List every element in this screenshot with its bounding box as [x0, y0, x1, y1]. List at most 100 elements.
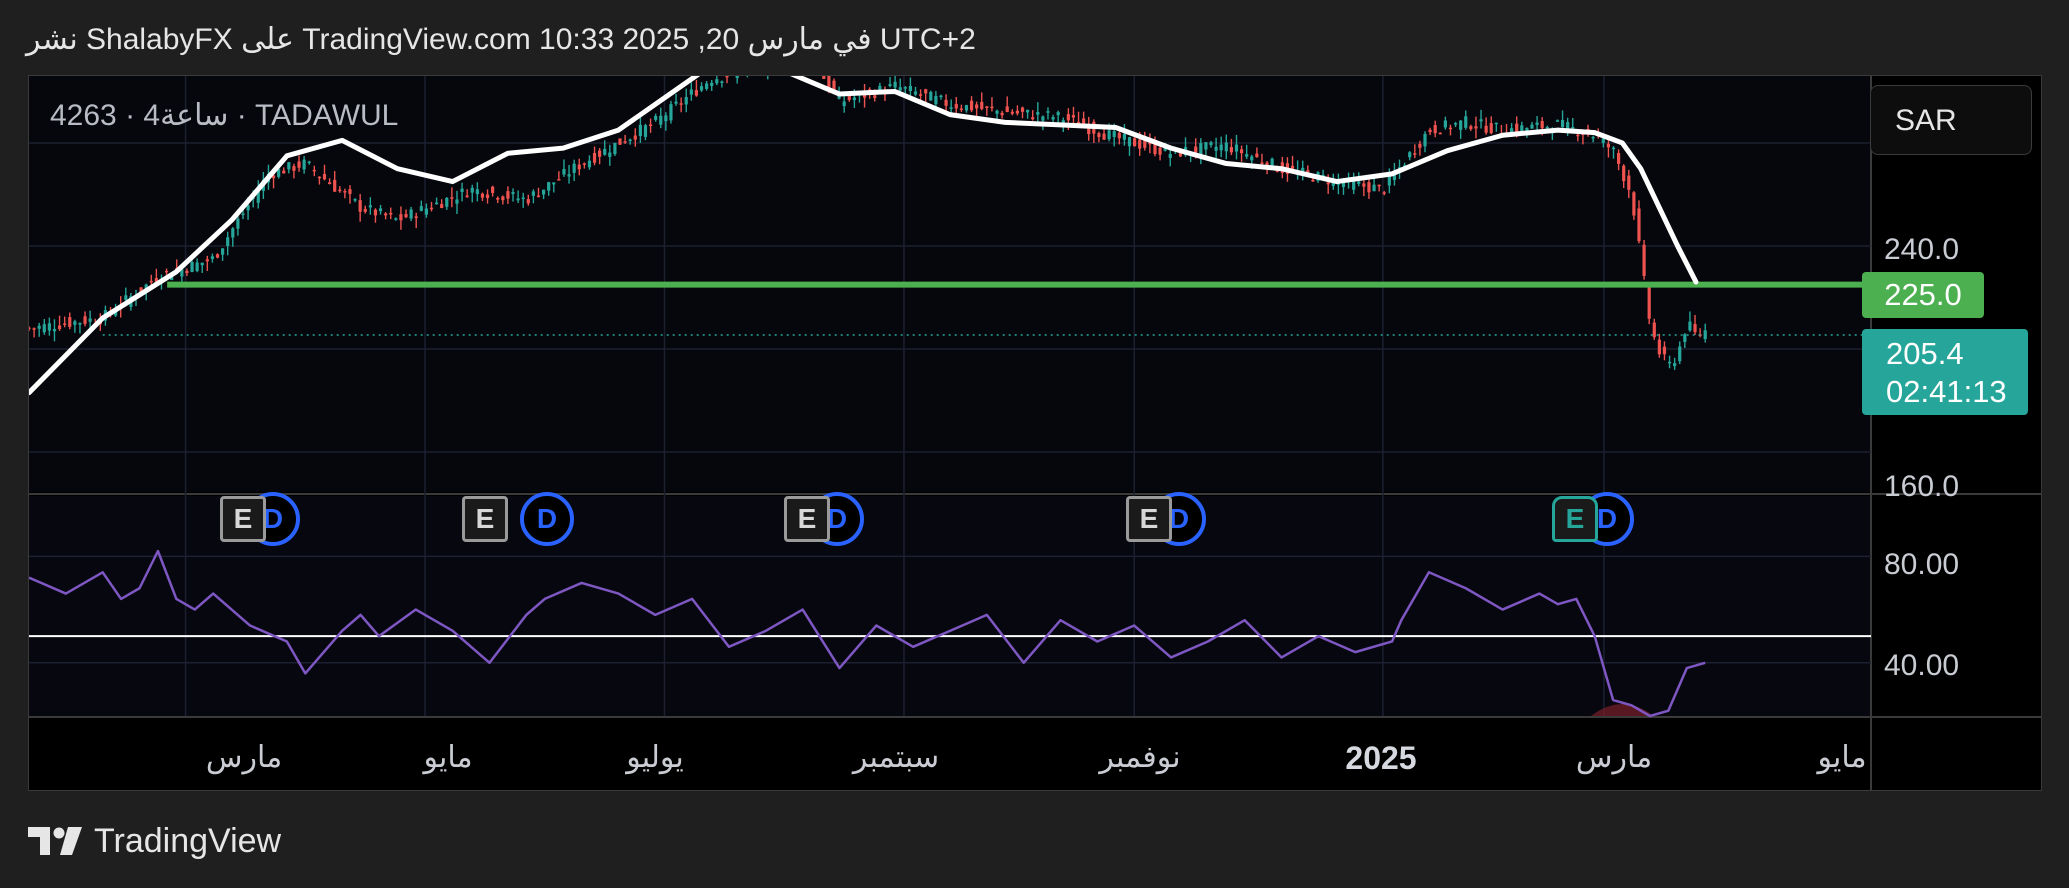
earnings-event-icon[interactable]: E — [1552, 496, 1598, 542]
candle-body — [1046, 111, 1050, 113]
candle-body — [552, 182, 556, 185]
candle-body — [934, 95, 938, 105]
candle-body — [638, 124, 642, 137]
candle-body — [1372, 184, 1376, 192]
candle-body — [969, 100, 974, 111]
candle-body — [1020, 107, 1025, 112]
candle-body — [1260, 162, 1264, 164]
candle-body — [903, 87, 907, 89]
candle-body — [567, 174, 571, 177]
candle-body — [1627, 175, 1631, 190]
candle-body — [964, 105, 969, 111]
candle-body — [608, 152, 612, 157]
earnings-event-icon[interactable]: E — [462, 496, 508, 542]
earnings-event-icon[interactable]: E — [784, 496, 830, 542]
candle-body — [1611, 147, 1616, 150]
rsi-axis-tick-high: 80.00 — [1884, 548, 1960, 581]
candle-body — [949, 107, 953, 109]
candle-body — [1423, 133, 1427, 147]
candle-body — [1117, 132, 1121, 139]
candle-body — [1632, 192, 1636, 216]
candle-body — [496, 197, 500, 200]
candle-body — [1606, 143, 1611, 148]
candle-body — [1229, 147, 1233, 153]
candle-body — [368, 205, 372, 208]
tradingview-logo[interactable]: TradingView — [28, 822, 281, 861]
candle-body — [1418, 143, 1422, 148]
candle-body — [715, 79, 719, 84]
candle-body — [424, 208, 429, 215]
candle-body — [404, 214, 408, 218]
candle-body — [1107, 130, 1111, 140]
candle-body — [1652, 322, 1656, 338]
candle-body — [297, 161, 301, 168]
candle-body — [577, 164, 581, 170]
candle-body — [434, 202, 439, 205]
candle-body — [1673, 363, 1677, 367]
candle-body — [908, 85, 913, 91]
earnings-event-icon[interactable]: E — [220, 496, 266, 542]
x-axis-tick-year: 2025 — [1345, 740, 1417, 776]
candle-body — [88, 318, 92, 322]
candle-body — [562, 169, 566, 175]
candle-body — [343, 190, 347, 193]
candle-body — [572, 163, 576, 173]
candle-body — [358, 200, 362, 212]
candle-body — [516, 198, 520, 201]
candle-body — [1469, 126, 1473, 130]
candle-body — [1448, 127, 1453, 130]
chart-frame[interactable] — [28, 75, 2042, 791]
candle-body — [312, 169, 316, 172]
candle-body — [57, 325, 62, 329]
candle-body — [720, 81, 724, 83]
x-axis-tick: مايو — [423, 741, 473, 774]
candle-body — [485, 194, 490, 199]
chart-canvas[interactable] — [29, 76, 2042, 791]
tradingview-brand: TradingView — [94, 822, 282, 860]
candle-body — [73, 321, 77, 325]
candle-body — [1484, 125, 1488, 133]
candle-body — [241, 213, 245, 216]
candle-body — [1234, 144, 1239, 152]
candle-body — [465, 195, 469, 198]
candle-body — [919, 94, 923, 96]
candle-body — [954, 103, 958, 109]
candle-body — [384, 213, 388, 216]
candle-body — [1637, 208, 1641, 242]
candle-body — [1214, 146, 1218, 151]
candle-body — [1031, 117, 1035, 120]
candle-body — [1459, 120, 1463, 130]
x-axis-tick: سبتمبر — [852, 741, 940, 774]
candle-body — [1367, 182, 1371, 193]
rsi-axis-tick-low: 40.00 — [1884, 649, 1960, 682]
candle-body — [1168, 154, 1172, 158]
candle-body — [440, 203, 444, 209]
candle-body — [226, 237, 230, 246]
candle-body — [1377, 184, 1381, 187]
candle-body — [1326, 182, 1330, 185]
candle-body — [1102, 133, 1106, 140]
candle-body — [200, 262, 204, 266]
candle-body — [1056, 112, 1060, 116]
candle-body — [1413, 153, 1417, 155]
x-axis-tick: مارس — [1575, 741, 1653, 774]
candle-body — [654, 116, 658, 120]
candle-body — [1127, 137, 1132, 147]
candle-body — [373, 209, 378, 216]
candle-body — [1239, 149, 1244, 154]
candle-body — [1667, 361, 1672, 364]
currency-selector[interactable]: SAR — [1870, 85, 2032, 155]
rsi-pane — [29, 496, 2041, 716]
candle-body — [1601, 138, 1605, 143]
candle-body — [689, 89, 693, 95]
candle-body — [980, 101, 984, 110]
candle-body — [633, 135, 637, 140]
candle-body — [1194, 146, 1198, 153]
candle-body — [959, 108, 963, 110]
candle-body — [363, 208, 367, 212]
candle-body — [1560, 119, 1565, 128]
dividend-event-icon[interactable]: D — [520, 492, 574, 546]
candle-body — [149, 280, 153, 283]
candle-body — [1571, 127, 1575, 129]
earnings-event-icon[interactable]: E — [1126, 496, 1172, 542]
